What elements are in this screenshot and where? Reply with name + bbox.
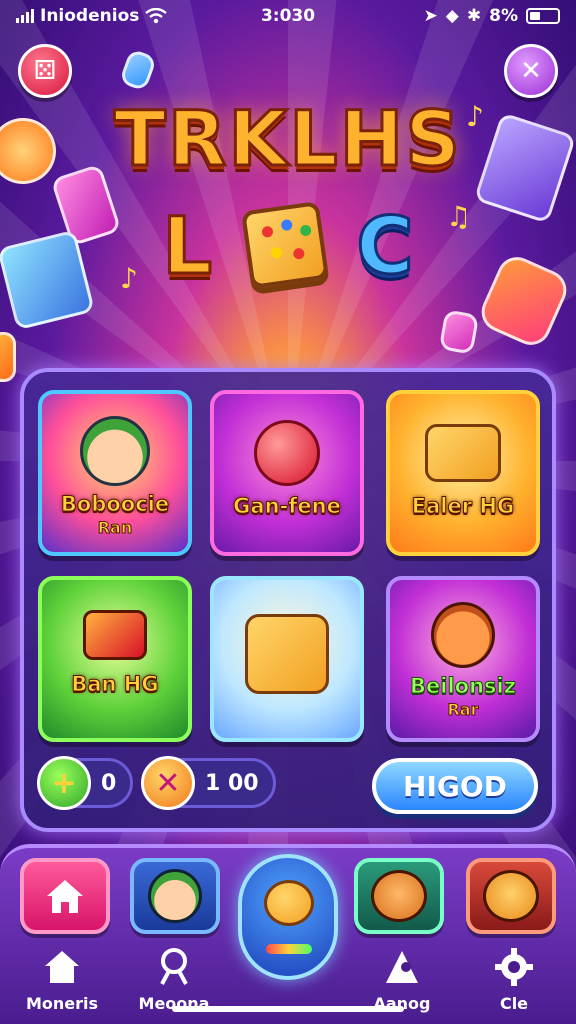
play-button[interactable]: HIGOD <box>372 758 538 814</box>
plus-icon: + <box>37 756 91 810</box>
game-card-title: Boboocie <box>60 492 170 517</box>
status-bar: Iniodenios 3:030 ➤ ◆ ✱ 8% <box>0 0 576 32</box>
logo-dice-icon <box>240 200 330 290</box>
dock-face-tile[interactable] <box>466 858 556 934</box>
dock-bear-tile[interactable] <box>354 858 444 934</box>
home-indicator[interactable] <box>172 1006 404 1012</box>
game-card-subtitle: Ran <box>97 518 133 538</box>
center-play-button[interactable] <box>238 854 338 980</box>
gem-deco <box>438 309 480 355</box>
game-card-title: Ealer HG <box>411 494 515 519</box>
game-card-title: Gan-fene <box>233 494 342 519</box>
home-icon <box>47 880 83 913</box>
nav-label: Moneris <box>25 994 99 1013</box>
nav-item-profile[interactable]: Aanog <box>342 944 462 1013</box>
gem-deco <box>118 48 158 92</box>
nav-item-search[interactable]: Meoona <box>114 944 234 1013</box>
game-card[interactable]: Gan-fene <box>210 390 364 556</box>
close-button[interactable]: ✕ <box>504 44 558 98</box>
search-icon <box>160 948 188 985</box>
game-card-title: Ban HG <box>71 672 159 697</box>
coins-counter[interactable]: ✕ 1 00 <box>141 756 276 810</box>
face-avatar <box>483 870 539 922</box>
dice-button[interactable]: ⚄ <box>18 44 72 98</box>
game-card-title: Beilonsiz <box>410 674 517 699</box>
dock-character-tile[interactable] <box>130 858 220 934</box>
game-card-subtitle: Rar <box>447 700 479 720</box>
energy-bar <box>266 944 312 954</box>
bear-avatar <box>371 870 427 922</box>
character-avatar <box>431 602 495 668</box>
home-icon <box>45 951 79 983</box>
game-logo-top: TRKLHS <box>112 93 463 185</box>
dock-home-tile[interactable] <box>20 858 110 934</box>
dice-icon: ⚄ <box>33 56 57 86</box>
status-time: 3:030 <box>260 6 316 26</box>
coins-counter-value: 1 00 <box>205 770 259 796</box>
game-card[interactable] <box>210 576 364 742</box>
mascot-icon <box>264 880 314 926</box>
plus-counter-value: 0 <box>101 770 117 796</box>
gear-icon <box>495 948 533 986</box>
plus-counter[interactable]: + 0 <box>37 756 134 810</box>
dice-icon <box>425 424 501 482</box>
gem-deco <box>0 332 16 382</box>
ball-icon <box>254 420 320 486</box>
coin-icon: ✕ <box>141 756 195 810</box>
character-avatar <box>148 869 202 923</box>
game-card[interactable]: Ban HG <box>38 576 192 742</box>
nav-item-settings[interactable]: Cle <box>454 944 574 1013</box>
battery-icon <box>526 8 560 24</box>
game-card[interactable]: Beilonsiz Rar <box>386 576 540 742</box>
game-card[interactable]: Ealer HG <box>386 390 540 556</box>
profile-icon <box>386 951 418 983</box>
game-card[interactable]: Boboocie Ran <box>38 390 192 556</box>
character-avatar <box>80 416 150 486</box>
logo-letter-left: L <box>161 201 214 294</box>
dice-icon <box>245 614 329 694</box>
nav-item-home[interactable]: Moneris <box>2 944 122 1013</box>
close-icon: ✕ <box>520 56 542 86</box>
logo-letter-right: C <box>355 201 415 294</box>
nav-label: Cle <box>499 994 529 1013</box>
blocks-icon <box>83 610 147 660</box>
